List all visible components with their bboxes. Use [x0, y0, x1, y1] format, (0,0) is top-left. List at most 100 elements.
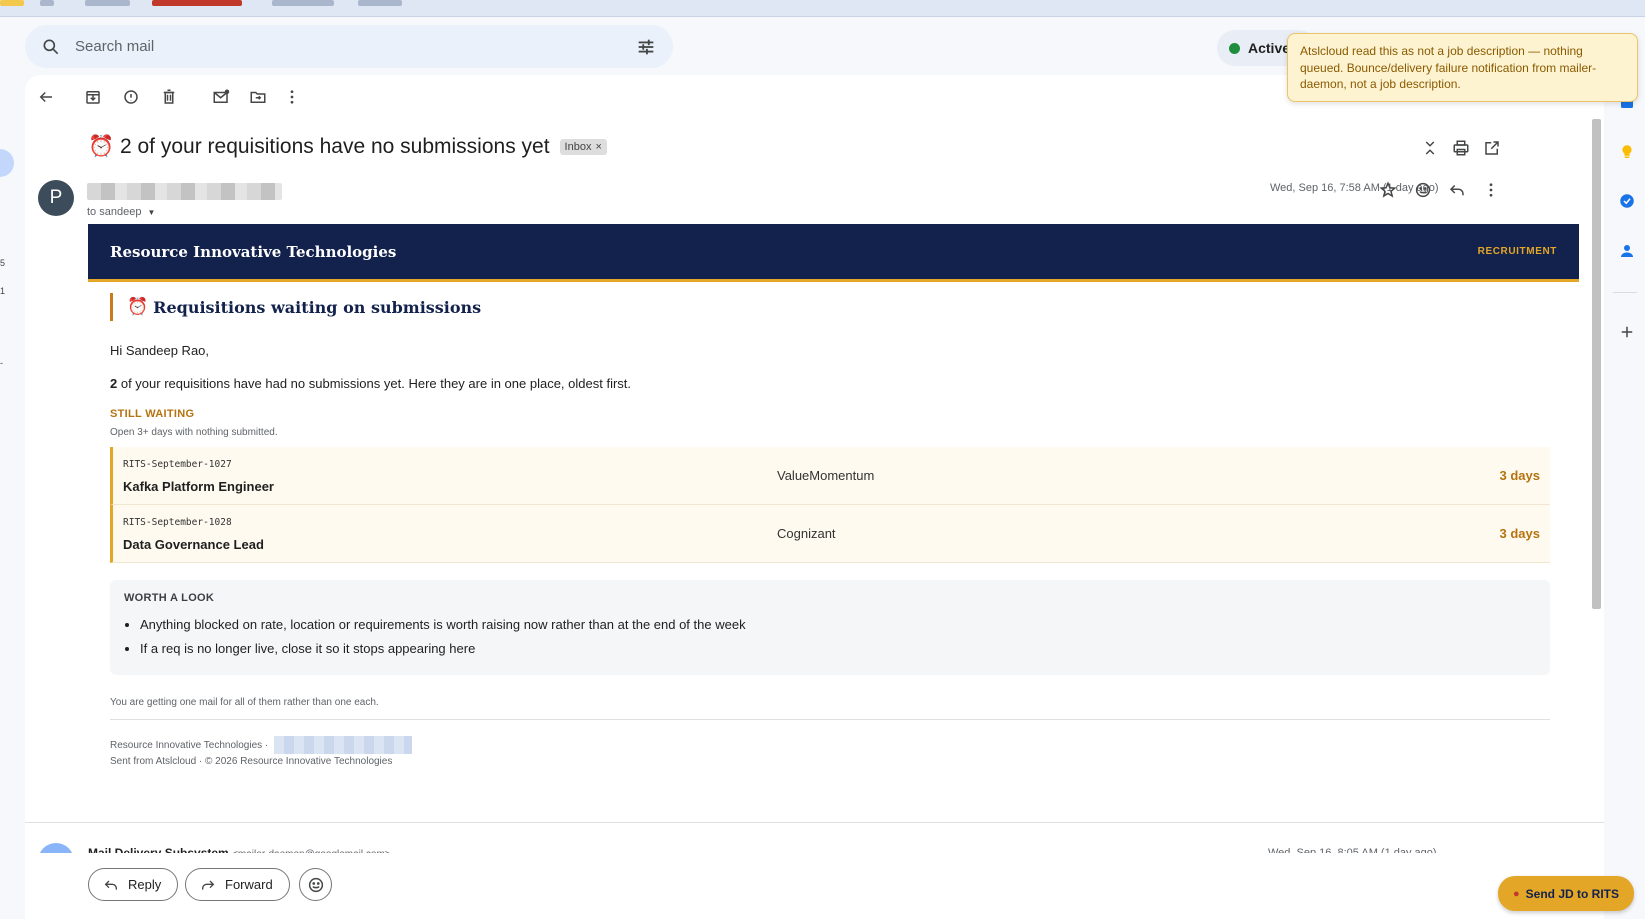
- requisition-row: RITS-September-1027 Kafka Platform Engin…: [110, 447, 1550, 505]
- archive-button[interactable]: [81, 85, 105, 109]
- section-title: ⏰ Requisitions waiting on submissions: [110, 293, 1557, 321]
- tip-item: If a req is no longer live, close it so …: [140, 641, 1536, 656]
- message-view: ⏰ 2 of your requisitions have no submiss…: [25, 75, 1604, 919]
- bookmarks-bar: [0, 0, 1645, 17]
- requisition-role: Kafka Platform Engineer: [123, 479, 274, 494]
- open-in-new-icon: [1485, 141, 1499, 155]
- side-panel-divider: [1613, 292, 1637, 293]
- forward-icon: [202, 880, 215, 890]
- tip-item: Anything blocked on rate, location or re…: [140, 617, 1536, 632]
- trash-icon: [163, 89, 175, 104]
- sender-avatar[interactable]: P: [38, 180, 74, 216]
- search-icon[interactable]: [41, 37, 61, 57]
- emoji-icon: [308, 877, 323, 892]
- folder-move-icon: [250, 91, 266, 103]
- nav-count: 5: [0, 258, 6, 268]
- add-addon-icon[interactable]: [1617, 322, 1637, 342]
- inbox-label-chip[interactable]: Inbox ×: [559, 139, 607, 155]
- footer-divider: [110, 719, 1550, 720]
- bookmark-item[interactable]: [0, 0, 24, 6]
- more-vertical-icon: [290, 90, 294, 104]
- summary: 2 of your requisitions have had no submi…: [110, 376, 1557, 391]
- bookmark-item[interactable]: [85, 0, 130, 6]
- search-input[interactable]: [75, 38, 615, 55]
- email-subject: ⏰ 2 of your requisitions have no submiss…: [88, 135, 550, 158]
- send-jd-button[interactable]: ● Send JD to RITS: [1498, 876, 1634, 911]
- footer-company-line: Resource Innovative Technologies ·: [110, 736, 1557, 754]
- search-bar[interactable]: [25, 25, 673, 68]
- section-title-text: Requisitions waiting on submissions: [153, 297, 482, 317]
- nav-count: 1: [0, 286, 6, 296]
- contacts-icon[interactable]: [1617, 241, 1637, 261]
- nav-selected-indicator: [0, 149, 14, 177]
- tips-list: Anything blocked on rate, location or re…: [124, 617, 1536, 656]
- recipient-line[interactable]: to sandeep ▼: [87, 206, 155, 218]
- bookmark-item[interactable]: [272, 0, 334, 6]
- scrollbar[interactable]: [1592, 119, 1601, 609]
- report-icon: [124, 90, 138, 104]
- footer-link-redacted: [274, 736, 413, 754]
- collapse-all-button[interactable]: [1419, 137, 1441, 159]
- star-button[interactable]: [1377, 179, 1399, 201]
- print-button[interactable]: [1450, 137, 1472, 159]
- bookmark-item[interactable]: [152, 0, 242, 6]
- reply-button[interactable]: Reply: [88, 868, 179, 901]
- still-waiting-subtitle: Open 3+ days with nothing submitted.: [110, 427, 278, 438]
- more-vertical-icon: [1489, 183, 1493, 197]
- more-actions-button[interactable]: [280, 85, 304, 109]
- mail-icon: [213, 89, 230, 103]
- open-new-window-button[interactable]: [1481, 137, 1503, 159]
- add-reaction-button[interactable]: [1412, 179, 1434, 201]
- mark-unread-button[interactable]: [209, 85, 233, 109]
- reply-icon-button[interactable]: [1446, 179, 1468, 201]
- banner-tag: RECRUITMENT: [1477, 246, 1557, 257]
- search-options-icon[interactable]: [635, 36, 657, 58]
- back-button[interactable]: [34, 85, 58, 109]
- worth-a-look-box: WORTH A LOOK Anything blocked on rate, l…: [110, 580, 1550, 675]
- notification-text: Atslcloud read this as not a job descrip…: [1300, 44, 1597, 91]
- requisition-list: RITS-September-1027 Kafka Platform Engin…: [110, 447, 1550, 563]
- forward-label: Forward: [225, 877, 273, 892]
- alarm-clock-icon: ⏰: [127, 297, 149, 317]
- requisition-role: Data Governance Lead: [123, 537, 264, 552]
- email-content: ⏰ Requisitions waiting on submissions Hi…: [110, 293, 1557, 767]
- worth-a-look-heading: WORTH A LOOK: [124, 592, 215, 604]
- digest-note: You are getting one mail for all of them…: [110, 697, 379, 708]
- reply-label: Reply: [128, 877, 162, 892]
- forward-button[interactable]: Forward: [185, 868, 290, 901]
- status-dot: [1229, 42, 1240, 54]
- message-more-button[interactable]: [1480, 179, 1502, 201]
- chevron-down-icon[interactable]: ▼: [147, 208, 155, 217]
- requisition-client: Cognizant: [777, 526, 836, 541]
- move-to-button[interactable]: [246, 85, 270, 109]
- delete-button[interactable]: [157, 85, 181, 109]
- bookmark-item[interactable]: [358, 0, 402, 6]
- reply-icon: [104, 880, 117, 890]
- thread-divider: [25, 822, 1604, 823]
- brand-name: Resource Innovative Technologies: [110, 242, 397, 261]
- requisition-code: RITS-September-1027: [123, 459, 232, 470]
- requisition-code: RITS-September-1028: [123, 517, 232, 528]
- collapse-icon: [1425, 141, 1435, 155]
- report-spam-button[interactable]: [119, 85, 143, 109]
- requisition-row: RITS-September-1028 Data Governance Lead…: [110, 505, 1550, 563]
- subject-row: ⏰ 2 of your requisitions have no submiss…: [88, 135, 607, 159]
- recipient-text: to sandeep: [87, 206, 142, 218]
- greeting: Hi Sandeep Rao,: [110, 343, 210, 358]
- footer-company: Resource Innovative Technologies ·: [110, 739, 269, 751]
- requisition-age: 3 days: [1499, 526, 1540, 541]
- print-icon: [1453, 140, 1469, 156]
- keep-icon[interactable]: [1617, 142, 1637, 162]
- tasks-icon[interactable]: [1617, 191, 1637, 211]
- extension-icon: ●: [1513, 887, 1520, 900]
- emoji-icon: [1415, 182, 1431, 198]
- label-chip-text: Inbox: [564, 141, 592, 153]
- summary-text: of your requisitions have had no submiss…: [117, 376, 632, 391]
- send-jd-label: Send JD to RITS: [1525, 886, 1619, 901]
- extension-notification: Atslcloud read this as not a job descrip…: [1287, 33, 1638, 102]
- requisition-client: ValueMomentum: [777, 468, 875, 483]
- react-button[interactable]: [299, 868, 332, 901]
- apps-icon[interactable]: [40, 0, 54, 6]
- requisition-age: 3 days: [1499, 468, 1540, 483]
- remove-label-icon[interactable]: ×: [595, 141, 601, 153]
